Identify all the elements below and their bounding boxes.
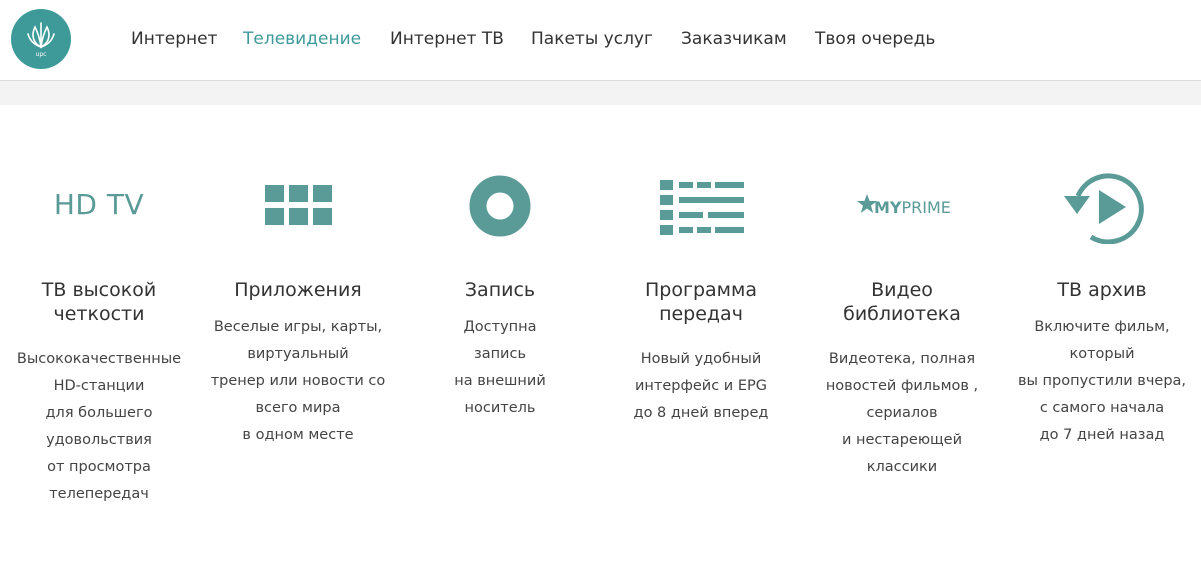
apps-grid-icon [265, 185, 332, 225]
feature-title: Запись [464, 279, 536, 301]
gray-band [0, 81, 1201, 105]
feature-program-guide: Программа передач Новый удобный интерфей… [601, 160, 801, 427]
nav-item-customers[interactable]: Заказчикам [681, 29, 787, 49]
myprime-text-bold: MY [874, 198, 902, 217]
feature-record: Запись Доступна запись на внешний носите… [400, 160, 600, 422]
replay-icon [1064, 173, 1144, 244]
nav-item-your-turn[interactable]: Твоя очередь [815, 29, 935, 49]
record-icon [469, 175, 531, 237]
feature-title: Программа передач [645, 279, 757, 325]
program-guide-icon [660, 180, 744, 235]
feature-description: Доступна запись на внешний носитель [454, 319, 546, 416]
logo-text: upc [35, 51, 47, 58]
feature-hd-tv: HD TV ТВ высокой четкости Высококачестве… [0, 160, 199, 508]
feature-tv-archive: ТВ архив Включите фильм, который вы проп… [1002, 160, 1201, 449]
feature-apps: Приложения Веселые игры, карты, виртуаль… [198, 160, 398, 449]
myprime-icon: MYPRIME [856, 193, 951, 217]
feature-title: ТВ высокой четкости [41, 279, 157, 325]
feature-description: Высококачественные HD-станции для больше… [16, 351, 182, 502]
feature-title: ТВ архив [1057, 279, 1147, 301]
feature-title: Приложения [234, 279, 362, 301]
nav-item-service-packages[interactable]: Пакеты услуг [531, 29, 653, 49]
feature-description: Новый удобный интерфейс и EPG до 8 дней … [633, 351, 769, 421]
feature-video-library: MYPRIME Видео библиотека Видеотека, полн… [802, 160, 1002, 481]
myprime-text-light: PRIME [901, 198, 951, 217]
nav-item-internet[interactable]: Интернет [131, 29, 217, 49]
nav-item-television[interactable]: Телевидение [243, 29, 361, 49]
hd-tv-icon: HD TV [53, 188, 145, 221]
feature-title: Видео библиотека [843, 279, 961, 325]
nav-item-internet-tv[interactable]: Интернет ТВ [390, 29, 504, 49]
upc-flower-icon [27, 22, 55, 49]
feature-description: Видеотека, полная новостей фильмов , сер… [825, 351, 979, 475]
feature-description: Веселые игры, карты, виртуальный тренер … [210, 319, 386, 443]
site-header: upc Интернет Телевидение Интернет ТВ Пак… [0, 0, 1201, 81]
feature-description: Включите фильм, который вы пропустили вч… [1017, 319, 1187, 443]
upc-logo[interactable]: upc [11, 9, 71, 69]
